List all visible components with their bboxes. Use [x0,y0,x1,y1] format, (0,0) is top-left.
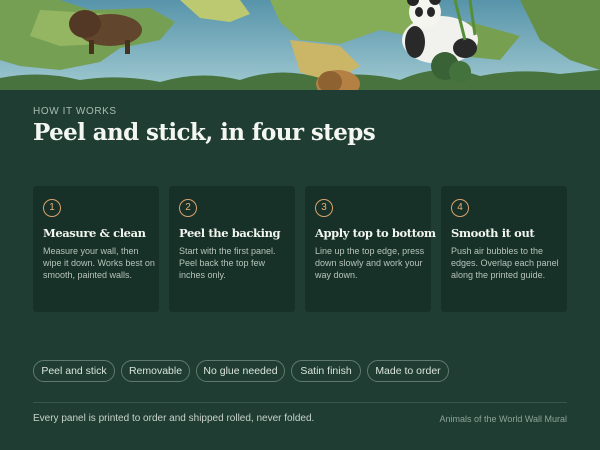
section-title: Peel and stick, in four steps [33,119,376,146]
step-title: Measure & clean [43,226,146,240]
step-description: Measure your wall, then wipe it down. Wo… [43,246,155,280]
step-card-1: 1 Measure & clean Measure your wall, the… [33,186,159,312]
step-number-badge: 4 [451,199,469,217]
tag-made-to-order: Made to order [367,360,449,382]
step-number-badge: 2 [179,199,197,217]
section-eyebrow: HOW IT WORKS [33,106,117,117]
step-title: Peel the backing [179,226,281,240]
step-card-4: 4 Smooth it out Push air bubbles to the … [441,186,567,312]
step-number-badge: 3 [315,199,333,217]
step-description: Push air bubbles to the edges. Overlap e… [451,246,559,280]
product-name: Animals of the World Wall Mural [439,414,567,424]
footer-divider [33,402,567,403]
tag-no-glue-needed: No glue needed [196,360,285,382]
step-number-badge: 1 [43,199,61,217]
tag-satin-finish: Satin finish [291,360,361,382]
step-description: Line up the top edge, press down slowly … [315,246,425,280]
hero-mural-image [0,0,600,90]
tag-peel-and-stick: Peel and stick [33,360,115,382]
step-card-3: 3 Apply top to bottom Line up the top ed… [305,186,436,312]
shipping-note: Every panel is printed to order and ship… [33,413,315,424]
step-title: Apply top to bottom [315,226,436,240]
step-card-2: 2 Peel the backing Start with the first … [169,186,295,312]
step-title: Smooth it out [451,226,535,240]
step-description: Start with the first panel. Peel back th… [179,246,276,280]
mural-illustration [0,0,600,90]
tag-removable: Removable [121,360,190,382]
